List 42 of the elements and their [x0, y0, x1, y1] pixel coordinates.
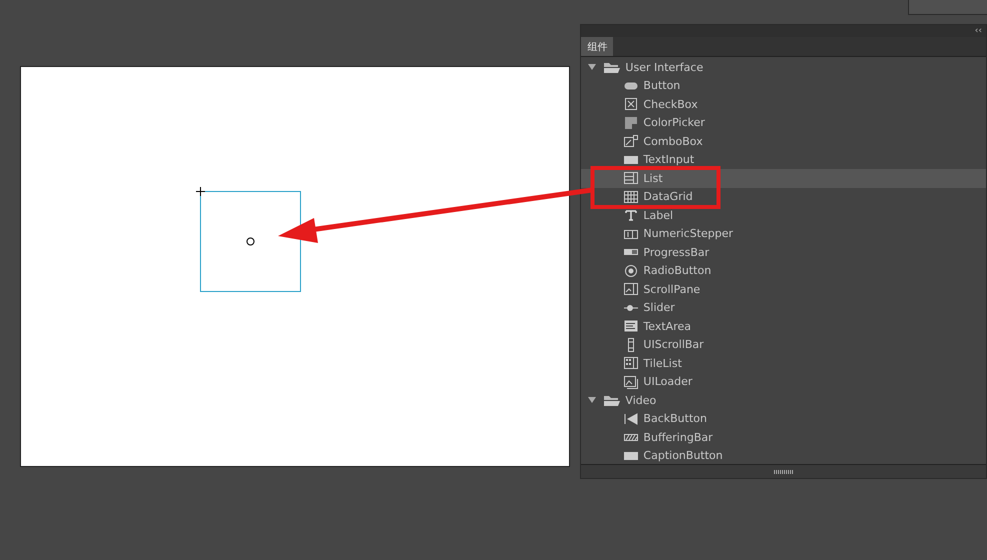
tree-item[interactable]: CaptionButton [581, 446, 986, 464]
tree-item[interactable]: List [581, 169, 986, 188]
expanded-triangle-icon[interactable] [587, 62, 598, 72]
textarea-component-icon [623, 319, 640, 334]
grip-icon[interactable] [774, 470, 794, 474]
folder-icon [603, 393, 622, 408]
tree-item[interactable]: ComboBox [581, 132, 986, 150]
tree-item[interactable]: TextArea [581, 317, 986, 336]
expanded-triangle-icon[interactable] [587, 395, 598, 406]
radio-component-icon [623, 264, 640, 278]
tree-item[interactable]: Label [581, 206, 986, 224]
back-component-icon [623, 412, 640, 426]
label-component-icon [623, 208, 640, 222]
tree-item[interactable]: Video [581, 391, 986, 410]
tree-item[interactable]: BufferingBar [581, 428, 986, 446]
tree-item[interactable]: RadioButton [581, 262, 986, 280]
tilelist-component-icon [623, 356, 640, 370]
tree-item[interactable]: Slider [581, 298, 986, 317]
tree-item[interactable]: Button [581, 76, 986, 95]
tree-item[interactable]: UILoader [581, 372, 986, 391]
tree-item[interactable]: UIScrollBar [581, 336, 986, 354]
datagrid-component-icon [623, 190, 640, 204]
list-component-icon [623, 171, 640, 186]
folder-icon [603, 60, 622, 74]
tree-item[interactable]: User Interface [581, 58, 986, 76]
tree-item[interactable]: TileList [581, 354, 986, 372]
combobox-component-icon [623, 134, 640, 148]
loader-component-icon [623, 374, 640, 389]
scrollpane-component-icon [623, 282, 640, 296]
tree-item[interactable]: ColorPicker [581, 114, 986, 132]
crosshair-icon [196, 187, 205, 196]
tree-item[interactable]: BackButton [581, 410, 986, 428]
tree-item[interactable]: CheckBox [581, 95, 986, 114]
tree-item[interactable]: DataGrid [581, 188, 986, 206]
checkbox-component-icon [623, 97, 640, 112]
collapse-button[interactable]: ‹‹ [974, 26, 986, 36]
tree-item[interactable]: NumericStepper [581, 224, 986, 243]
tree-item[interactable]: ProgressBar [581, 243, 986, 262]
circle-icon [246, 237, 255, 246]
panel-tab[interactable]: 组件 [581, 37, 614, 56]
tree-item[interactable]: ScrollPane [581, 280, 986, 298]
tree-item[interactable]: TextInput [581, 150, 986, 169]
